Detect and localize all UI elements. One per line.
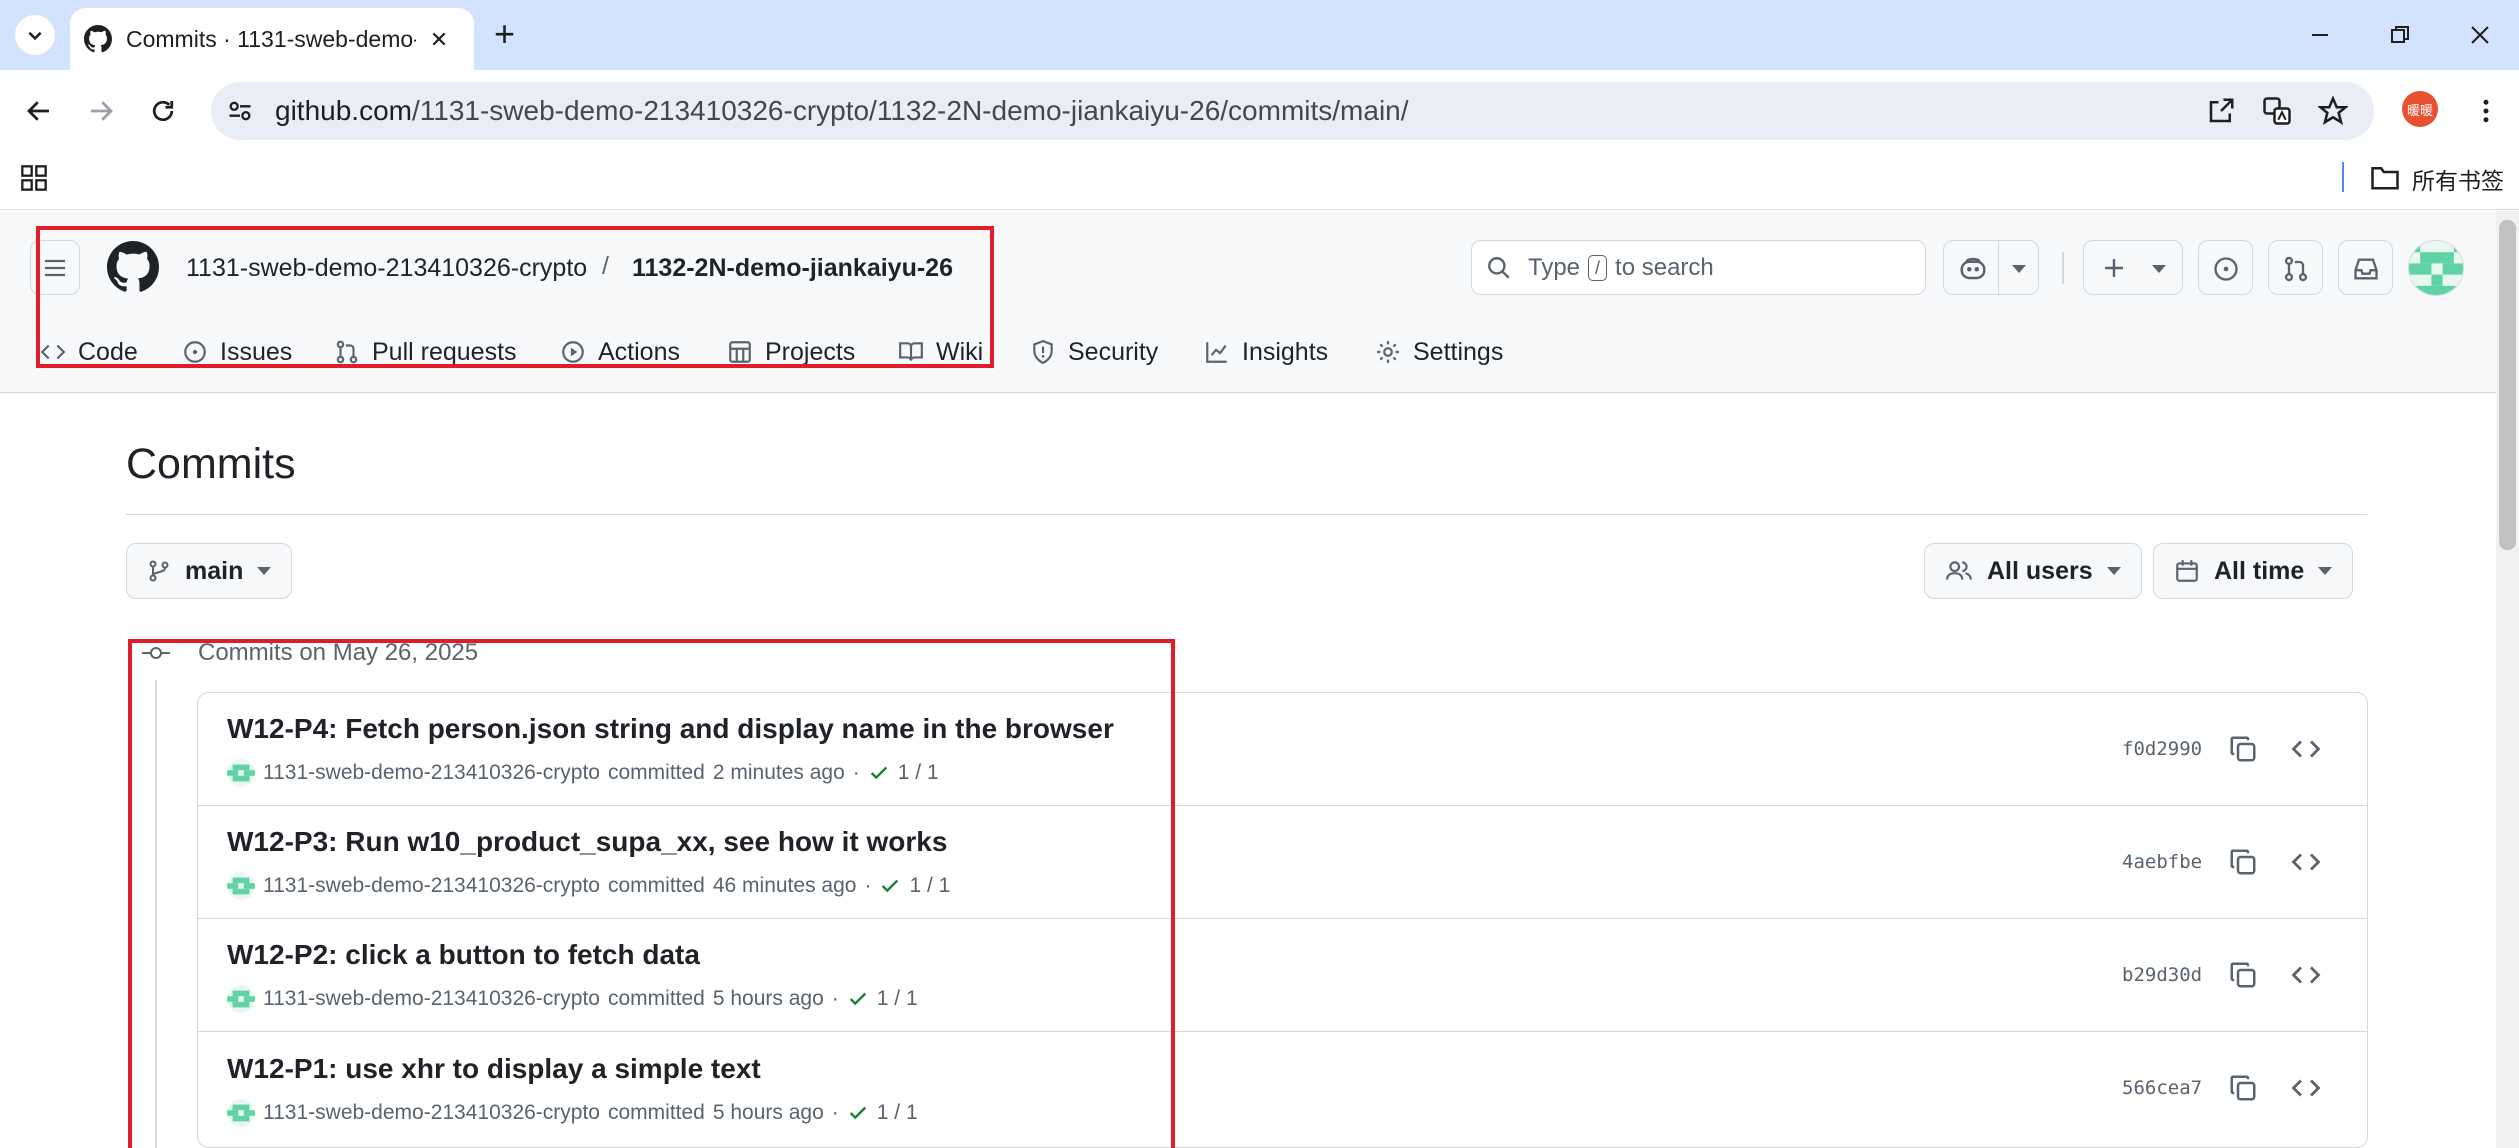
open-in-app-icon[interactable] [2206, 96, 2236, 126]
branch-selector[interactable]: main [126, 543, 293, 599]
reload-icon[interactable] [148, 96, 178, 126]
browser-tab-active[interactable]: Commits · 1131-sweb-demo- [70, 8, 474, 70]
browse-code-icon[interactable] [2291, 1073, 2321, 1103]
url-path: /1131-sweb-demo-213410326-crypto/1132-2N… [411, 95, 1409, 126]
users-filter[interactable]: All users [1924, 543, 2142, 599]
tab-security[interactable]: Security [1030, 332, 1158, 372]
pull-requests-button[interactable] [2268, 240, 2323, 295]
copy-icon[interactable] [2228, 734, 2258, 764]
issue-circle-icon [2214, 257, 2238, 281]
bookmark-star-icon[interactable] [2318, 96, 2348, 126]
copilot-button[interactable] [1943, 240, 2039, 296]
profile-avatar[interactable]: 暖暖 [2402, 91, 2438, 127]
chevron-down-icon [28, 31, 42, 41]
pull-request-icon [2284, 256, 2308, 282]
site-info-icon[interactable] [226, 97, 254, 125]
bookmarks-divider [2342, 162, 2344, 192]
commit-sha-link[interactable]: b29d30d [2122, 964, 2202, 986]
title-divider [126, 514, 2367, 515]
github-favicon-icon [84, 25, 112, 53]
shield-icon [1033, 340, 1053, 365]
forward-icon[interactable] [86, 96, 116, 126]
gear-icon [1377, 341, 1399, 363]
tab-search-button[interactable] [15, 15, 55, 55]
tab-insights[interactable]: Insights [1204, 332, 1328, 372]
search-suffix: to search [1615, 254, 1714, 281]
copilot-caret-icon [2012, 265, 2026, 273]
identicon-icon [2409, 241, 2463, 295]
search-shortcut-key: / [1588, 255, 1608, 281]
tab-title: Commits · 1131-sweb-demo- [126, 25, 416, 52]
copy-icon[interactable] [2228, 1073, 2258, 1103]
commit-sha-link[interactable]: 566cea7 [2122, 1077, 2202, 1099]
chevron-down-icon [2106, 567, 2121, 575]
tab-label: Insights [1242, 337, 1329, 366]
back-icon[interactable] [24, 96, 54, 126]
create-new-button[interactable] [2083, 240, 2183, 295]
more-menu-icon[interactable] [2476, 96, 2496, 126]
restore-icon[interactable] [2390, 25, 2410, 45]
plus-icon [2105, 259, 2123, 277]
close-tab-icon[interactable] [430, 30, 448, 48]
copilot-icon [1960, 257, 1986, 280]
annotation-box-commits [128, 639, 1175, 1148]
url-host: github.com [275, 95, 412, 126]
page-title: Commits [126, 440, 296, 488]
search-input[interactable]: Type / to search [1471, 240, 1926, 295]
all-bookmarks-link[interactable]: 所有书签 [2412, 162, 2504, 196]
graph-icon [1206, 342, 1227, 363]
commit-sha-link[interactable]: 4aebfbe [2122, 851, 2202, 873]
users-filter-label: All users [1987, 556, 2093, 585]
bookmarks-bar [0, 150, 2519, 210]
chevron-down-icon [2318, 567, 2333, 575]
search-prefix: Type [1528, 254, 1581, 281]
chevron-down-icon [257, 567, 272, 575]
search-placeholder: Type / to search [1528, 254, 1714, 282]
copilot-split [1998, 241, 1999, 296]
url-text[interactable]: github.com/1131-sweb-demo-213410326-cryp… [275, 95, 1409, 127]
close-window-icon[interactable] [2470, 25, 2490, 45]
header-divider [2062, 252, 2064, 284]
browse-code-icon[interactable] [2291, 734, 2321, 764]
copy-icon[interactable] [2228, 847, 2258, 877]
new-tab-button[interactable]: + [494, 12, 515, 56]
branch-icon [149, 560, 169, 582]
annotation-box-header [36, 226, 994, 368]
inbox-button[interactable] [2338, 240, 2393, 295]
apps-icon[interactable] [20, 164, 48, 192]
commit-sha-link[interactable]: f0d2990 [2122, 738, 2202, 760]
browse-code-icon[interactable] [2291, 847, 2321, 877]
calendar-icon [2176, 560, 2198, 582]
time-filter-label: All time [2214, 556, 2305, 585]
inbox-icon [2354, 258, 2378, 280]
copy-icon[interactable] [2228, 960, 2258, 990]
tab-label: Settings [1413, 337, 1504, 366]
minimize-icon[interactable] [2310, 25, 2330, 45]
scrollbar-thumb[interactable] [2499, 220, 2516, 550]
translate-icon[interactable] [2262, 96, 2292, 126]
create-caret-icon [2152, 265, 2166, 273]
tab-settings[interactable]: Settings [1375, 332, 1503, 372]
issues-button[interactable] [2198, 240, 2253, 295]
browse-code-icon[interactable] [2291, 960, 2321, 990]
user-avatar[interactable] [2408, 240, 2464, 296]
folder-icon [2371, 167, 2399, 190]
branch-label: main [185, 556, 244, 585]
people-icon [1946, 561, 1972, 580]
time-filter[interactable]: All time [2153, 543, 2354, 599]
search-icon [1488, 257, 1510, 279]
tab-label: Security [1068, 337, 1159, 366]
